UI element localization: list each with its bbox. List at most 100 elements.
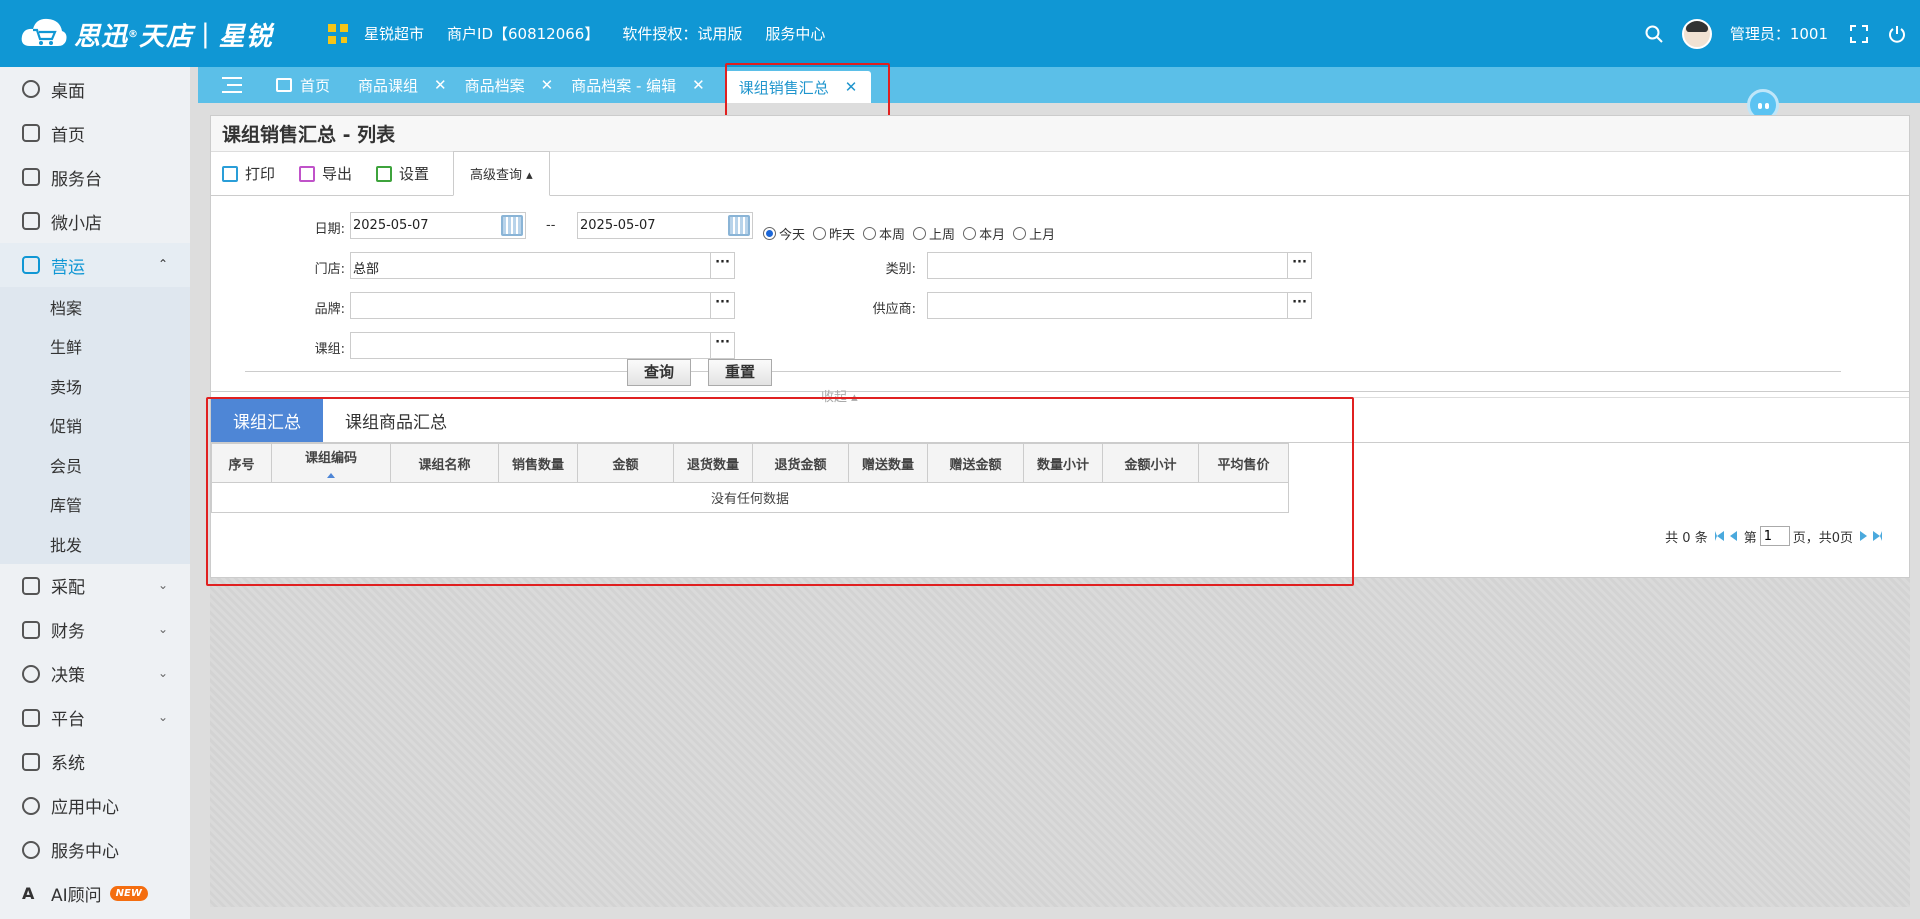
- more-options-icon[interactable]: ···: [1287, 293, 1311, 318]
- radio-label: 本月: [979, 228, 1006, 243]
- sidebar-item-decision[interactable]: 决策 ⌄: [0, 652, 190, 696]
- radio-label: 上周: [929, 228, 956, 243]
- store-input[interactable]: 总部 ···: [350, 252, 735, 279]
- radio-last-week[interactable]: 上周: [913, 224, 955, 243]
- radio-last-month[interactable]: 上月: [1013, 224, 1055, 243]
- calendar-icon[interactable]: [728, 215, 750, 236]
- radio-this-week[interactable]: 本周: [863, 224, 905, 243]
- column-header[interactable]: 金额: [577, 443, 674, 483]
- sidebar-sub-fresh[interactable]: 生鲜: [0, 327, 190, 367]
- radio-this-month[interactable]: 本月: [963, 224, 1005, 243]
- tab-product-archive-edit[interactable]: 商品档案 - 编辑 ✕: [567, 67, 719, 103]
- column-header-sorted[interactable]: 课组编码: [271, 443, 391, 483]
- sidebar-item-system[interactable]: 系统: [0, 740, 190, 784]
- last-page-icon[interactable]: [1873, 531, 1882, 541]
- column-header[interactable]: 赠送数量: [848, 443, 928, 483]
- reset-button[interactable]: 重置: [708, 359, 772, 386]
- desktop-icon: [22, 80, 40, 98]
- store-name[interactable]: 星锐超市: [364, 23, 424, 44]
- calendar-icon[interactable]: [501, 215, 523, 236]
- column-header-label: 课组编码: [304, 451, 357, 466]
- close-icon[interactable]: ✕: [541, 76, 554, 94]
- page-prefix: 第: [1743, 530, 1757, 546]
- column-header[interactable]: 退货金额: [752, 443, 849, 483]
- settings-button[interactable]: 设置: [376, 152, 429, 195]
- prev-page-icon[interactable]: [1729, 531, 1737, 541]
- sidebar-sub-member[interactable]: 会员: [0, 445, 190, 485]
- search-icon[interactable]: [1644, 24, 1664, 44]
- toolbar: 打印 导出 设置 高级查询 ▴: [211, 151, 1909, 196]
- column-header[interactable]: 赠送金额: [927, 443, 1024, 483]
- more-options-icon[interactable]: ···: [1287, 253, 1311, 278]
- user-label[interactable]: 管理员：1001: [1730, 23, 1828, 44]
- tab-home[interactable]: 首页: [262, 67, 344, 103]
- date-from-input[interactable]: 2025-05-07: [350, 212, 526, 239]
- cart-cloud-icon: [21, 18, 67, 46]
- sidebar-item-micro-shop[interactable]: 微小店: [0, 199, 190, 243]
- sidebar-sub-archive[interactable]: 档案: [0, 287, 190, 327]
- radio-label: 今天: [779, 228, 806, 243]
- radio-today[interactable]: 今天: [763, 224, 805, 243]
- column-header[interactable]: 金额小计: [1102, 443, 1199, 483]
- column-header[interactable]: 退货数量: [673, 443, 753, 483]
- sidebar-item-operations[interactable]: 营运 ⌃: [0, 243, 190, 287]
- sidebar-sub-promotion[interactable]: 促销: [0, 406, 190, 446]
- power-icon[interactable]: [1888, 25, 1906, 43]
- close-icon[interactable]: ✕: [434, 76, 447, 94]
- date-to-input[interactable]: 2025-05-07: [577, 212, 753, 239]
- fullscreen-icon[interactable]: [1850, 24, 1868, 43]
- page-number-input[interactable]: [1759, 526, 1790, 546]
- sidebar-item-label: 决策: [51, 666, 85, 686]
- tab-group-sales-summary[interactable]: 课组销售汇总 ✕: [724, 71, 872, 103]
- category-input[interactable]: ···: [927, 252, 1312, 279]
- group-label: 课组:: [314, 342, 345, 357]
- first-page-icon[interactable]: [1714, 531, 1724, 541]
- group-input[interactable]: ···: [350, 332, 735, 359]
- collapse-link[interactable]: 收起 ▴: [821, 386, 858, 405]
- advanced-query-tab[interactable]: 高级查询 ▴: [453, 151, 550, 196]
- avatar[interactable]: [1681, 18, 1712, 49]
- close-icon[interactable]: ✕: [692, 76, 705, 94]
- menu-toggle-icon[interactable]: [222, 77, 242, 93]
- sidebar-item-platform[interactable]: 平台 ⌄: [0, 696, 190, 740]
- decision-icon: [22, 664, 40, 683]
- brand-logo[interactable]: 思迅 ® 天店 | 星锐: [20, 14, 273, 54]
- sidebar-item-purchasing[interactable]: 采配 ⌄: [0, 564, 190, 608]
- export-button[interactable]: 导出: [299, 152, 352, 195]
- column-header[interactable]: 平均售价: [1198, 443, 1289, 483]
- tab-product-archive[interactable]: 商品档案 ✕: [461, 67, 568, 103]
- sidebar-item-service-desk[interactable]: 服务台: [0, 155, 190, 199]
- sidebar-sub-inventory[interactable]: 库管: [0, 485, 190, 525]
- sidebar-sub-wholesale[interactable]: 批发: [0, 524, 190, 564]
- sidebar-item-app-center[interactable]: 应用中心: [0, 784, 190, 828]
- radio-yesterday[interactable]: 昨天: [813, 224, 855, 243]
- date-from-value: 2025-05-07: [353, 218, 429, 233]
- tab-group-summary[interactable]: 课组汇总: [211, 398, 323, 442]
- sidebar-item-label: 平台: [51, 710, 85, 730]
- sidebar-item-finance[interactable]: 财务 ⌄: [0, 608, 190, 652]
- sidebar-item-desktop[interactable]: 桌面: [0, 67, 190, 111]
- sidebar-sub-store-floor[interactable]: 卖场: [0, 366, 190, 406]
- query-button[interactable]: 查询: [627, 359, 691, 386]
- tab-product-group[interactable]: 商品课组 ✕: [344, 67, 461, 103]
- more-options-icon[interactable]: ···: [710, 333, 734, 358]
- brand-label: 品牌:: [314, 302, 345, 317]
- brand-input[interactable]: ···: [350, 292, 735, 319]
- column-header[interactable]: 数量小计: [1023, 443, 1103, 483]
- sidebar-item-home[interactable]: 首页: [0, 111, 190, 155]
- service-center-link[interactable]: 服务中心: [765, 23, 825, 44]
- tab-group-product-summary[interactable]: 课组商品汇总: [323, 398, 469, 442]
- column-header[interactable]: 课组名称: [390, 443, 499, 483]
- next-page-icon[interactable]: [1860, 531, 1867, 541]
- close-icon[interactable]: ✕: [845, 78, 858, 96]
- sidebar-item-service-center[interactable]: 服务中心: [0, 828, 190, 872]
- page-title: 课组销售汇总 - 列表: [211, 116, 1909, 152]
- sidebar-item-ai-advisor[interactable]: A AI顾问 NEW: [0, 872, 190, 916]
- column-header[interactable]: 序号: [211, 443, 272, 483]
- column-header[interactable]: 销售数量: [498, 443, 578, 483]
- category-label: 类别:: [885, 262, 916, 277]
- print-button[interactable]: 打印: [222, 152, 275, 195]
- license-info[interactable]: 软件授权：试用版: [622, 23, 742, 44]
- supplier-input[interactable]: ···: [927, 292, 1312, 319]
- qr-code-icon[interactable]: [328, 23, 348, 44]
